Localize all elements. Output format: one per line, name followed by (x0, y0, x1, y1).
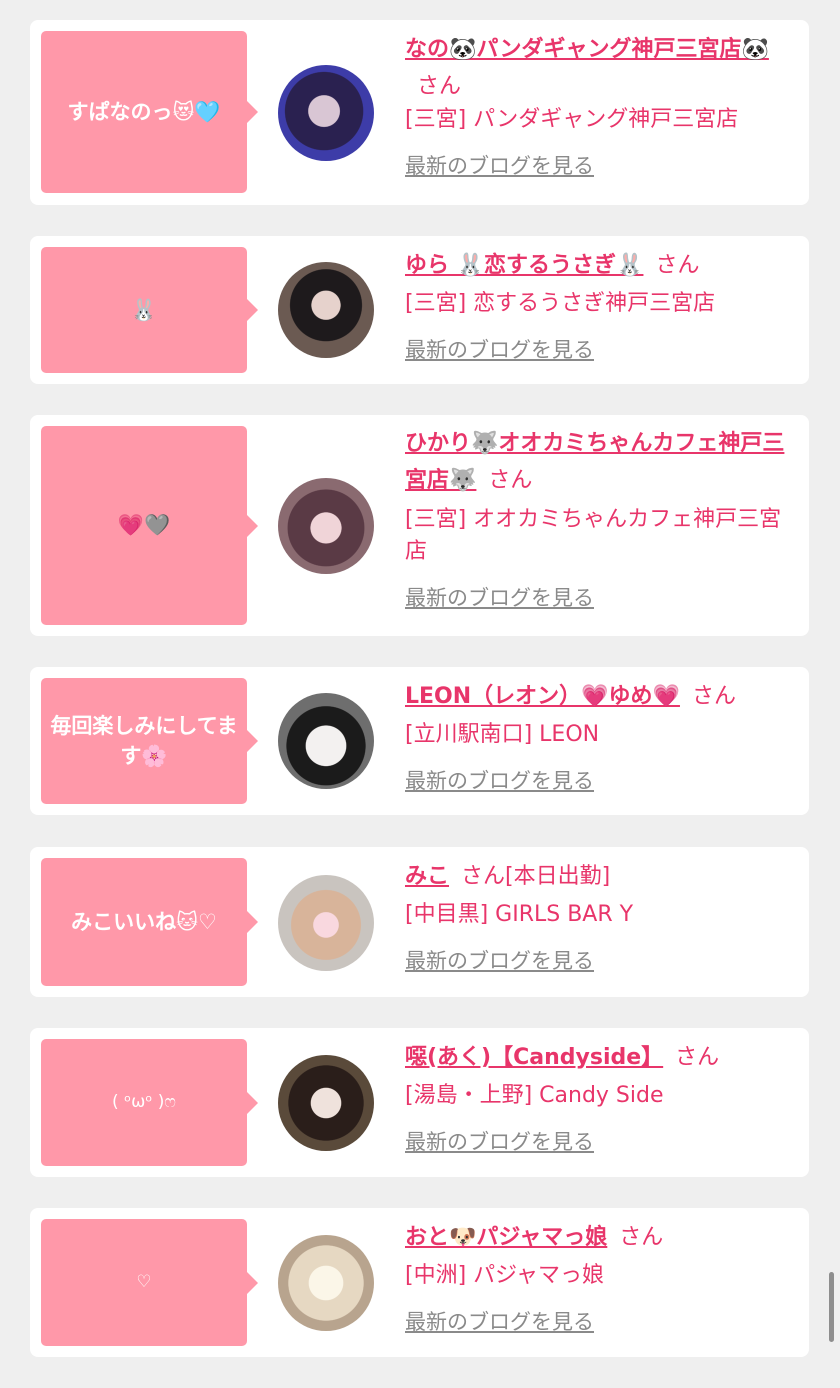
comment-bubble: ( ᵒωᵒ )ෆ (41, 1039, 258, 1166)
girl-name-link[interactable]: ゆら 🐰恋するうさぎ🐰 (405, 253, 643, 278)
shop-name: [中洲] パジャマっ娘 (405, 1263, 605, 1288)
girl-name-link[interactable]: 噁(あく)【Candyside】 (405, 1045, 663, 1070)
latest-blog-link[interactable]: 最新のブログを見る (405, 334, 594, 364)
card-info: ひかり🐺オオカミちゃんカフェ神戸三宮店🐺 さん [三宮] オオカミちゃんカフェ神戸… (405, 426, 800, 612)
avatar[interactable] (278, 1055, 374, 1151)
avatar[interactable] (278, 1235, 374, 1331)
comment-text: ( ᵒωᵒ )ෆ (112, 1092, 176, 1113)
comment-bubble: すぱなのっ😻🩵 (41, 31, 258, 193)
girl-card-3: 💗🩶 ひかり🐺オオカミちゃんカフェ神戸三宮店🐺 さん [三宮] オオカミちゃんカフ… (30, 415, 809, 636)
san-label: さん (691, 684, 736, 709)
card-info: 噁(あく)【Candyside】 さん [湯島・上野] Candy Side 最新… (405, 1039, 800, 1156)
avatar[interactable] (278, 693, 374, 789)
card-info: LEON（レオン）💗ゆめ💗 さん [立川駅南口] LEON 最新のブログを見る (405, 678, 800, 795)
comment-bubble: 🐰 (41, 247, 258, 373)
shop-name: [湯島・上野] Candy Side (405, 1083, 664, 1108)
card-info: なの🐼パンダギャング神戸三宮店🐼 さん [三宮] パンダギャング神戸三宮店 最新の… (405, 32, 800, 180)
shop-name: [三宮] パンダギャング神戸三宮店 (405, 107, 739, 132)
comment-bubble: ♡ (41, 1219, 258, 1346)
latest-blog-link[interactable]: 最新のブログを見る (405, 945, 594, 975)
shop-name: [三宮] 恋するうさぎ神戸三宮店 (405, 291, 716, 316)
comment-text: 💗🩶 (117, 513, 171, 538)
shop-name: [立川駅南口] LEON (405, 722, 600, 747)
girl-name-link[interactable]: なの🐼パンダギャング神戸三宮店🐼 (405, 37, 769, 62)
girl-name-link[interactable]: おと🐶パジャマっ娘 (405, 1225, 607, 1250)
comment-bubble: 💗🩶 (41, 426, 258, 625)
page-scrollbar[interactable] (829, 1272, 834, 1342)
girl-card-4: 毎回楽しみにしてます🌸 LEON（レオン）💗ゆめ💗 さん [立川駅南口] LEON… (30, 667, 809, 815)
san-label: さん (675, 1045, 720, 1070)
comment-text: 🐰 (130, 297, 158, 322)
girl-card-7: ♡ おと🐶パジャマっ娘 さん [中洲] パジャマっ娘 最新のブログを見る (30, 1208, 809, 1357)
girl-name-link[interactable]: ひかり🐺オオカミちゃんカフェ神戸三宮店🐺 (405, 431, 784, 493)
shop-name: [三宮] オオカミちゃんカフェ神戸三宮店 (405, 507, 782, 564)
avatar[interactable] (278, 478, 374, 574)
comment-text: ♡ (136, 1272, 152, 1293)
girl-card-1: すぱなのっ😻🩵 なの🐼パンダギャング神戸三宮店🐼 さん [三宮] パンダギャング神… (30, 20, 809, 205)
comment-bubble: 毎回楽しみにしてます🌸 (41, 678, 258, 804)
latest-blog-link[interactable]: 最新のブログを見る (405, 765, 594, 795)
san-label: さん (619, 1225, 664, 1250)
shop-name: [中目黒] GIRLS BAR Y (405, 902, 634, 927)
girl-card-5: みこいいね🐱♡ みこ さん[本日出勤] [中目黒] GIRLS BAR Y 最新の… (30, 847, 809, 997)
girl-card-6: ( ᵒωᵒ )ෆ 噁(あく)【Candyside】 さん [湯島・上野] Cand… (30, 1028, 809, 1177)
san-label: さん (417, 74, 462, 99)
latest-blog-link[interactable]: 最新のブログを見る (405, 582, 594, 612)
girl-name-link[interactable]: LEON（レオン）💗ゆめ💗 (405, 684, 680, 709)
avatar[interactable] (278, 875, 374, 971)
comment-text: 毎回楽しみにしてます🌸 (50, 713, 238, 768)
avatar[interactable] (278, 65, 374, 161)
card-info: おと🐶パジャマっ娘 さん [中洲] パジャマっ娘 最新のブログを見る (405, 1219, 800, 1336)
attendance-badge: [本日出勤] (505, 864, 611, 889)
latest-blog-link[interactable]: 最新のブログを見る (405, 1306, 594, 1336)
comment-text: すぱなのっ😻🩵 (67, 99, 221, 124)
latest-blog-link[interactable]: 最新のブログを見る (405, 150, 594, 180)
girl-name-link[interactable]: みこ (405, 864, 449, 889)
san-label: さん (655, 253, 700, 278)
card-info: みこ さん[本日出勤] [中目黒] GIRLS BAR Y 最新のブログを見る (405, 858, 800, 975)
san-label: さん (488, 468, 533, 493)
comment-bubble: みこいいね🐱♡ (41, 858, 258, 986)
girl-card-2: 🐰 ゆら 🐰恋するうさぎ🐰 さん [三宮] 恋するうさぎ神戸三宮店 最新のブログを… (30, 236, 809, 384)
san-label: さん (461, 864, 506, 889)
latest-blog-link[interactable]: 最新のブログを見る (405, 1126, 594, 1156)
comment-text: みこいいね🐱♡ (71, 909, 217, 934)
avatar[interactable] (278, 262, 374, 358)
card-info: ゆら 🐰恋するうさぎ🐰 さん [三宮] 恋するうさぎ神戸三宮店 最新のブログを見る (405, 247, 800, 364)
